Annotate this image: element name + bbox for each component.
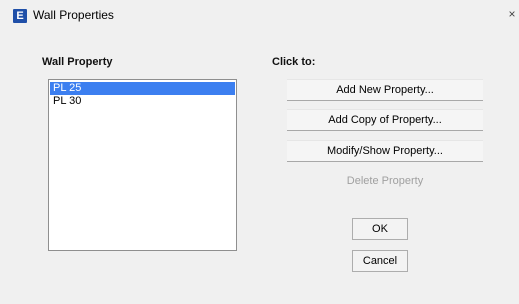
close-icon[interactable]: × bbox=[505, 6, 519, 22]
list-item-pl-25[interactable]: PL 25 bbox=[50, 82, 235, 95]
add-new-property-button[interactable]: Add New Property... bbox=[287, 80, 483, 100]
etabs-app-icon: E bbox=[13, 9, 27, 23]
modify-show-property-button[interactable]: Modify/Show Property... bbox=[287, 141, 483, 161]
ok-button[interactable]: OK bbox=[352, 218, 408, 240]
list-item-pl-30[interactable]: PL 30 bbox=[50, 95, 235, 108]
click-to-label: Click to: bbox=[272, 56, 316, 68]
delete-property-button[interactable]: Delete Property bbox=[287, 171, 483, 191]
wall-property-list[interactable]: PL 25 PL 30 bbox=[48, 79, 237, 251]
title-bar: E Wall Properties × bbox=[0, 0, 519, 32]
window-title: Wall Properties bbox=[33, 8, 114, 22]
cancel-button[interactable]: Cancel bbox=[352, 250, 408, 272]
add-copy-property-button[interactable]: Add Copy of Property... bbox=[287, 110, 483, 130]
wall-property-label: Wall Property bbox=[42, 56, 113, 68]
